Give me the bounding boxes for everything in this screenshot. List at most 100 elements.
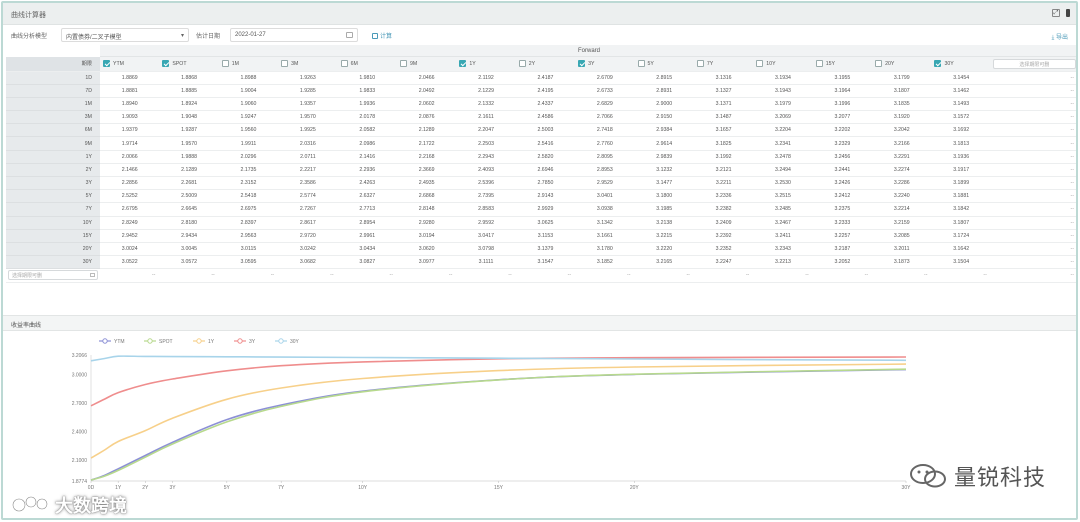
rate-cell: 3.1379 (515, 242, 576, 257)
legend-label[interactable]: 30Y (290, 339, 300, 345)
legend-label[interactable]: SPOT (159, 339, 173, 345)
rate-cell: 1.9287 (159, 123, 219, 138)
row-action-cell[interactable]: -- (990, 123, 1076, 138)
model-select[interactable]: 内置债券/二叉子模型 ▾ (61, 28, 189, 42)
term-search-placeholder: 选择期限可删 (1019, 61, 1050, 68)
table-row: 5Y 2.5252 2.5009 2.5418 2.5774 2.6327 2.6868 2.… (6, 189, 1076, 204)
rate-cell: 2.5252 (100, 189, 160, 204)
row-term: 7Y (6, 202, 100, 217)
column-checkbox[interactable] (162, 60, 170, 68)
rate-cell: 3.1572 (931, 110, 991, 125)
term-search-input[interactable]: 选择期限可删 (992, 58, 1076, 69)
maximize-icon[interactable]: ⤢ (1052, 9, 1060, 17)
rate-cell: 3.2187 (812, 242, 873, 257)
rate-cell: 1.9570 (278, 110, 338, 125)
column-checkbox[interactable] (637, 60, 645, 68)
rate-cell: 3.0625 (515, 216, 576, 230)
column-checkbox[interactable] (518, 60, 526, 68)
row-action-cell[interactable]: -- (990, 163, 1076, 178)
column-checkbox[interactable] (696, 60, 704, 68)
add-term-placeholder: 选择期限可删 (12, 273, 43, 280)
rate-cell: 3.1692 (931, 123, 991, 138)
rate-cell: 2.1332 (456, 97, 516, 112)
row-action-cell[interactable]: -- (990, 97, 1076, 112)
row-action-cell[interactable]: -- (990, 84, 1076, 98)
pin-icon[interactable] (1066, 9, 1070, 17)
rate-cell: 2.8180 (159, 216, 219, 230)
rate-cell: 3.0194 (396, 229, 457, 243)
add-term-input[interactable]: 选择期限可删 (8, 270, 98, 281)
table-header-row: 期限 YTM SPOT 1M 3M 6M 9M 1Y 2Y 3Y 5Y 7Y 10Y 15Y 20Y 30Y… (6, 57, 1076, 72)
legend-marker (237, 338, 243, 344)
column-checkbox[interactable] (578, 60, 586, 68)
rate-cell: 2.9839 (634, 150, 694, 164)
rate-cell: 1.8988 (218, 71, 279, 85)
rate-cell: 2.8954 (337, 216, 397, 230)
column-header-content: 3Y (575, 60, 634, 68)
empty-cell: -- (753, 268, 813, 283)
column-checkbox[interactable] (399, 60, 407, 68)
row-action-cell[interactable]: -- (990, 255, 1076, 270)
rate-cell: 2.9961 (337, 229, 397, 243)
row-action-cell[interactable]: -- (990, 150, 1076, 164)
legend-label[interactable]: 1Y (208, 339, 215, 345)
series-line-ytm (90, 368, 907, 481)
column-checkbox[interactable] (756, 60, 764, 68)
column-header-2y: 2Y (515, 57, 576, 72)
row-action-cell[interactable]: -- (990, 216, 1076, 230)
series-line-3y (90, 356, 907, 407)
rate-cell: 3.2286 (872, 176, 932, 191)
row-action-cell[interactable]: -- (990, 176, 1076, 191)
column-checkbox[interactable] (221, 60, 229, 68)
rate-cell: 3.2412 (812, 189, 873, 204)
rate-cell: 3.2211 (693, 176, 754, 191)
brand-logo-icon (11, 495, 49, 513)
row-action-cell[interactable]: -- (990, 189, 1076, 204)
rate-cell: 2.5003 (515, 123, 576, 138)
row-action-cell[interactable]: -- (990, 242, 1076, 257)
rate-cell: 3.2441 (812, 163, 873, 178)
chart-section-title: 收益率曲线 (11, 323, 42, 329)
row-term: 2Y (6, 163, 100, 178)
calculate-button[interactable]: 计算 (372, 31, 392, 40)
row-action-cell[interactable]: -- (990, 71, 1076, 85)
row-action-cell[interactable]: -- (990, 110, 1076, 125)
column-checkbox[interactable] (103, 60, 110, 68)
row-action-cell[interactable]: -- (990, 136, 1076, 151)
forward-header: Forward (100, 45, 1076, 57)
column-header-1m: 1M (218, 57, 279, 72)
column-checkbox[interactable] (459, 60, 467, 68)
export-button[interactable]: ⤓ 导出 (1052, 32, 1068, 42)
title-bar: 曲线计算器 ⤢ (3, 3, 1076, 25)
rate-cell: 2.7066 (575, 110, 635, 125)
rate-cell: 3.1477 (634, 176, 694, 191)
row-action-cell[interactable]: -- (990, 202, 1076, 217)
table-row: 1M 1.8940 1.8924 1.9060 1.9357 1.9936 2.0602 2.… (6, 97, 1076, 112)
rate-cell: 2.6975 (218, 202, 279, 217)
column-checkbox[interactable] (815, 60, 823, 68)
rate-cell: 3.1881 (931, 189, 991, 204)
rate-cell: 1.9936 (337, 97, 397, 112)
legend-label[interactable]: YTM (114, 339, 125, 345)
table-row: 9M 1.9714 1.9570 1.9911 2.0316 2.0986 2.1722 2.… (6, 136, 1076, 151)
column-checkbox[interactable] (281, 60, 289, 68)
column-checkbox[interactable] (875, 60, 883, 68)
rate-cell: 1.9714 (100, 136, 160, 151)
column-checkbox[interactable] (934, 60, 942, 68)
rate-cell: 2.1229 (456, 84, 516, 98)
row-term: 1D (6, 71, 100, 85)
rate-cell: 3.0595 (218, 255, 279, 270)
column-checkbox[interactable] (340, 60, 348, 68)
column-header-3m: 3M (278, 57, 338, 72)
rate-cell: 3.2426 (812, 176, 873, 191)
watermark-left-text: 大数跨境 (55, 496, 127, 517)
date-input[interactable]: 2022-01-27 (230, 28, 358, 42)
rate-cell: 3.2456 (812, 150, 873, 164)
rate-cell: 2.7760 (575, 136, 635, 151)
row-action-cell[interactable]: -- (990, 229, 1076, 243)
rate-cell: 3.2240 (872, 189, 932, 204)
rate-cell: 1.9247 (218, 110, 279, 125)
legend-label[interactable]: 3Y (249, 339, 256, 345)
download-icon: ⤓ (1051, 35, 1055, 41)
rate-cell: 1.8881 (100, 84, 160, 98)
